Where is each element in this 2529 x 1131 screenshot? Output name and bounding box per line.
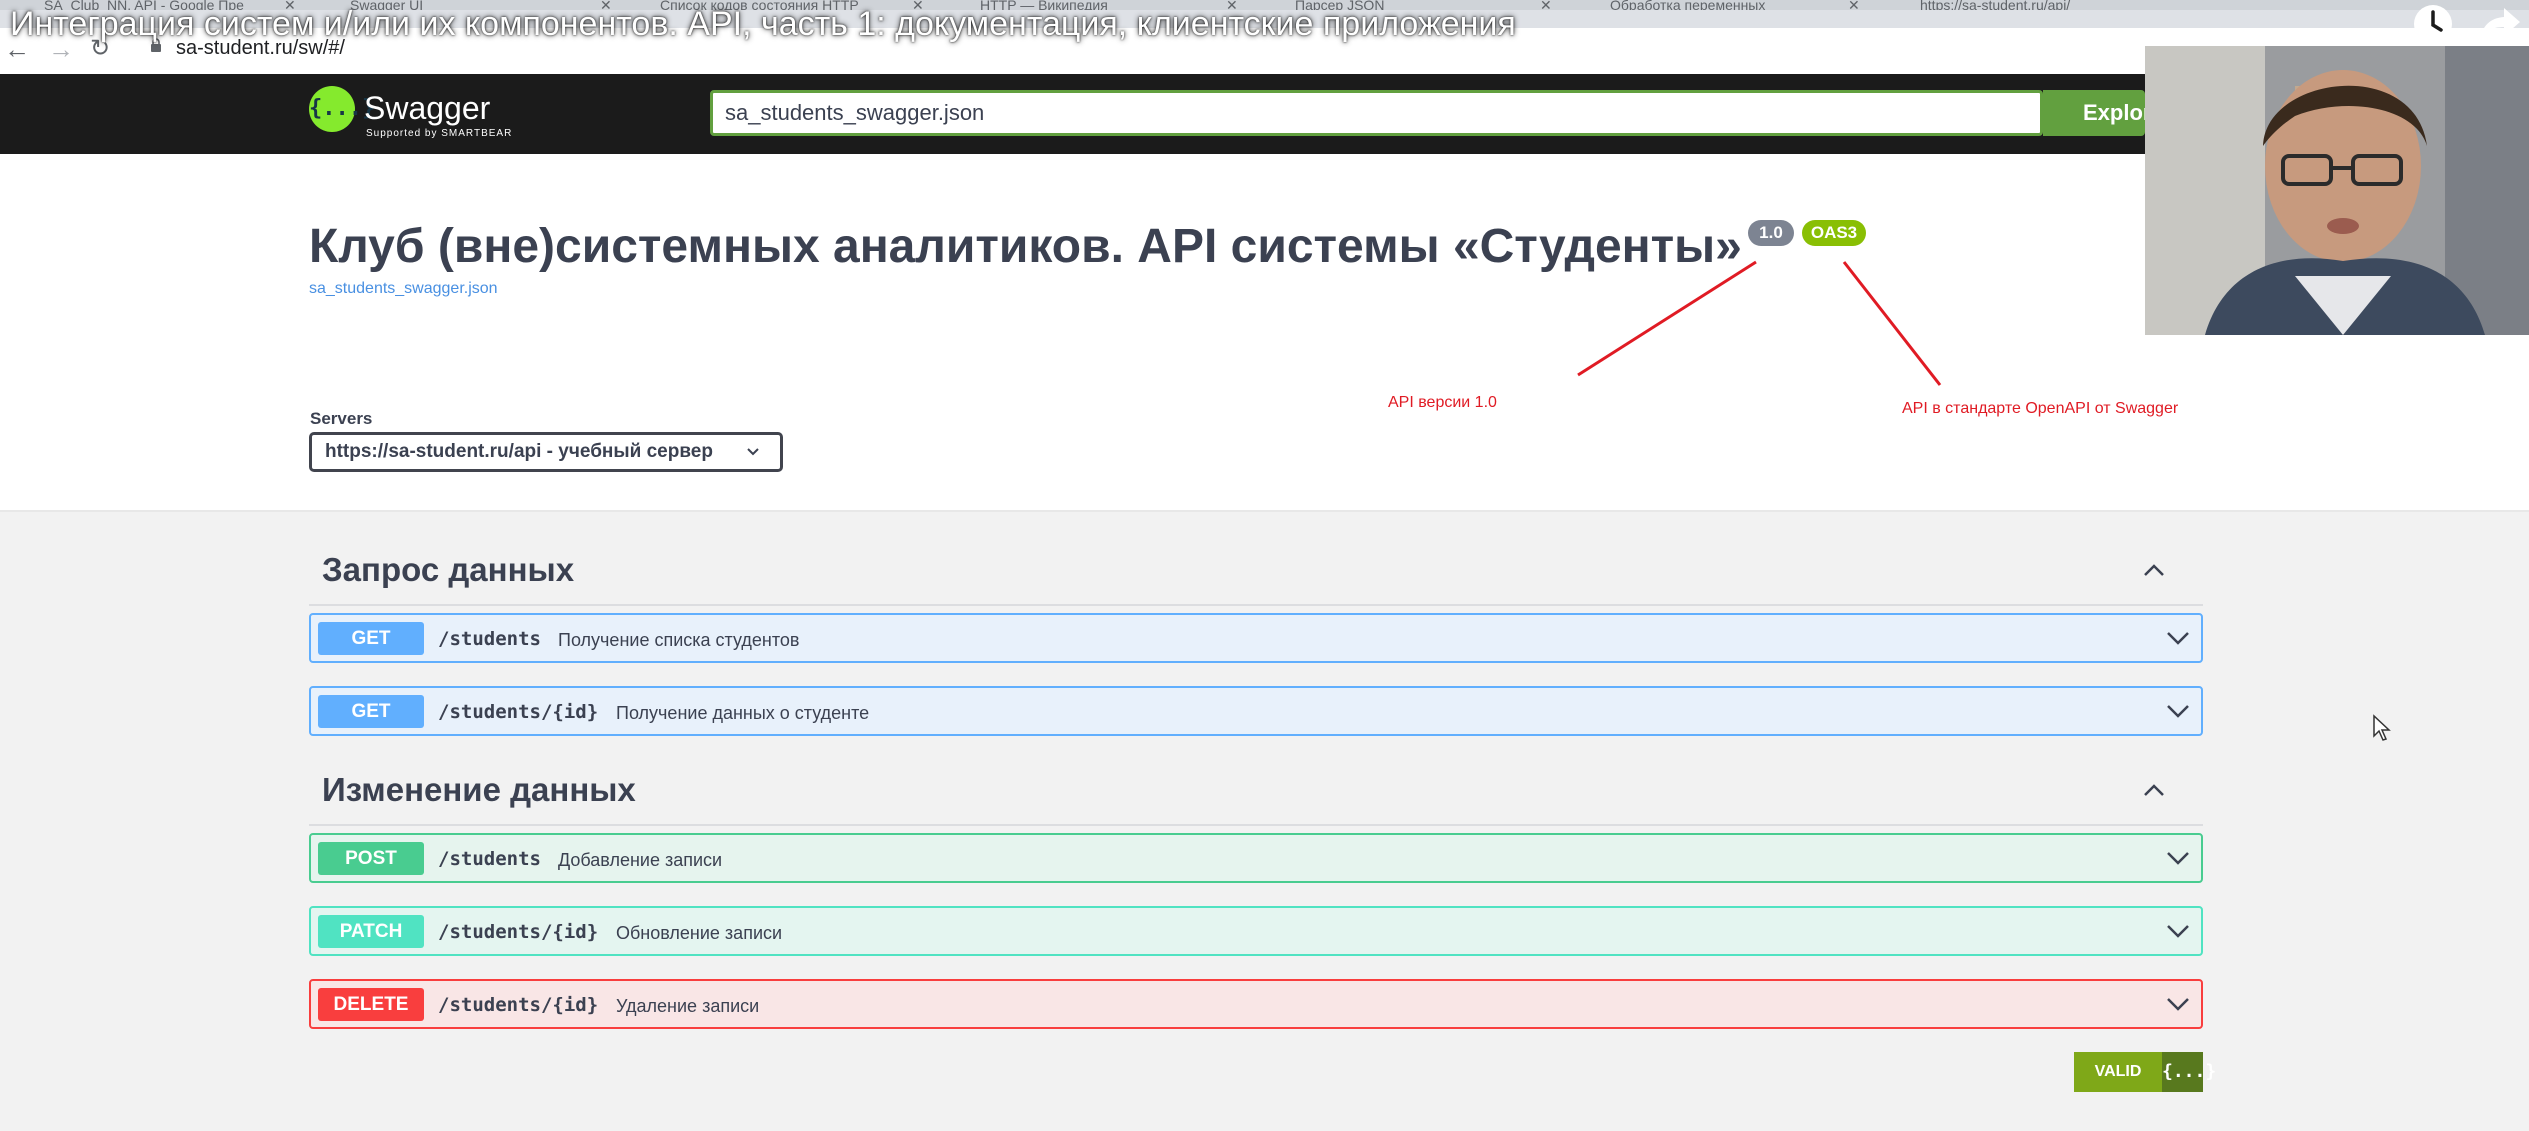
method-badge: DELETE — [318, 988, 424, 1021]
chevron-down-icon[interactable] — [2165, 630, 2191, 646]
operation-path: /students/{id} — [438, 701, 599, 723]
operation-get-students[interactable]: GET /students Получение списка студентов — [309, 613, 2203, 663]
chevron-up-icon[interactable] — [2142, 562, 2166, 578]
divider — [309, 824, 2203, 826]
tag-title[interactable]: Изменение данных — [322, 770, 636, 810]
operation-summary: Получение списка студентов — [558, 630, 800, 650]
operation-summary: Удаление записи — [616, 996, 760, 1016]
chevron-up-icon[interactable] — [2142, 782, 2166, 798]
spec-link[interactable]: sa_students_swagger.json — [309, 279, 498, 299]
browser-tab[interactable]: https://sa-student.ru/api/ — [1920, 0, 2120, 10]
clock-icon[interactable] — [2411, 2, 2455, 46]
share-icon[interactable] — [2478, 4, 2522, 44]
oas-badge: OAS3 — [1802, 220, 1866, 246]
method-badge: GET — [318, 622, 424, 655]
chevron-down-icon[interactable] — [745, 446, 761, 458]
webcam-video — [2145, 46, 2529, 335]
spec-url-input[interactable] — [710, 90, 2043, 136]
operation-summary: Получение данных о студенте — [616, 703, 870, 723]
operation-path: /students/{id} — [438, 994, 599, 1016]
swagger-logo-subtitle: Supported by SMARTBEAR — [366, 128, 513, 139]
chevron-down-icon[interactable] — [2165, 703, 2191, 719]
method-badge: GET — [318, 695, 424, 728]
close-icon[interactable]: ✕ — [1540, 0, 1552, 12]
operation-patch-student[interactable]: PATCH /students/{id} Обновление записи — [309, 906, 2203, 956]
mouse-cursor-icon — [2373, 714, 2391, 741]
explore-button[interactable]: Explore — [2043, 90, 2145, 136]
tag-title[interactable]: Запрос данных — [322, 550, 574, 590]
swagger-logo-icon[interactable]: {...} — [309, 86, 375, 132]
version-badge: 1.0 — [1748, 220, 1794, 246]
servers-label: Servers — [310, 409, 373, 428]
browser-tab[interactable]: Обработка переменных — [1610, 0, 1830, 10]
chevron-down-icon[interactable] — [2165, 850, 2191, 866]
operation-summary: Обновление записи — [616, 923, 783, 943]
operation-get-student-by-id[interactable]: GET /students/{id} Получение данных о ст… — [309, 686, 2203, 736]
operation-summary: Добавление записи — [558, 850, 723, 870]
annotation-version: API версии 1.0 — [1388, 394, 1497, 411]
divider — [309, 604, 2203, 606]
method-badge: POST — [318, 842, 424, 875]
operation-post-students[interactable]: POST /students Добавление записи — [309, 833, 2203, 883]
chevron-down-icon[interactable] — [2165, 996, 2191, 1012]
chevron-down-icon[interactable] — [2165, 923, 2191, 939]
operation-path: /students — [438, 628, 541, 650]
operation-delete-student[interactable]: DELETE /students/{id} Удаление записи — [309, 979, 2203, 1029]
validator-label[interactable]: VALID — [2074, 1052, 2162, 1092]
server-select-value[interactable]: https://sa-student.ru/api - учебный серв… — [325, 440, 713, 464]
operation-path: /students/{id} — [438, 921, 599, 943]
page-title: Клуб (вне)системных аналитиков. API сист… — [309, 220, 1742, 273]
validator-icon[interactable]: {...} — [2162, 1052, 2216, 1092]
operation-path: /students — [438, 848, 541, 870]
close-icon[interactable]: ✕ — [1848, 0, 1860, 12]
swagger-logo-text[interactable]: Swagger — [364, 90, 490, 126]
video-title: Интеграция систем и/или их компонентов. … — [10, 5, 1516, 43]
method-badge: PATCH — [318, 915, 424, 948]
annotation-oas: API в стандарте OpenAPI от Swagger — [1902, 400, 2179, 417]
